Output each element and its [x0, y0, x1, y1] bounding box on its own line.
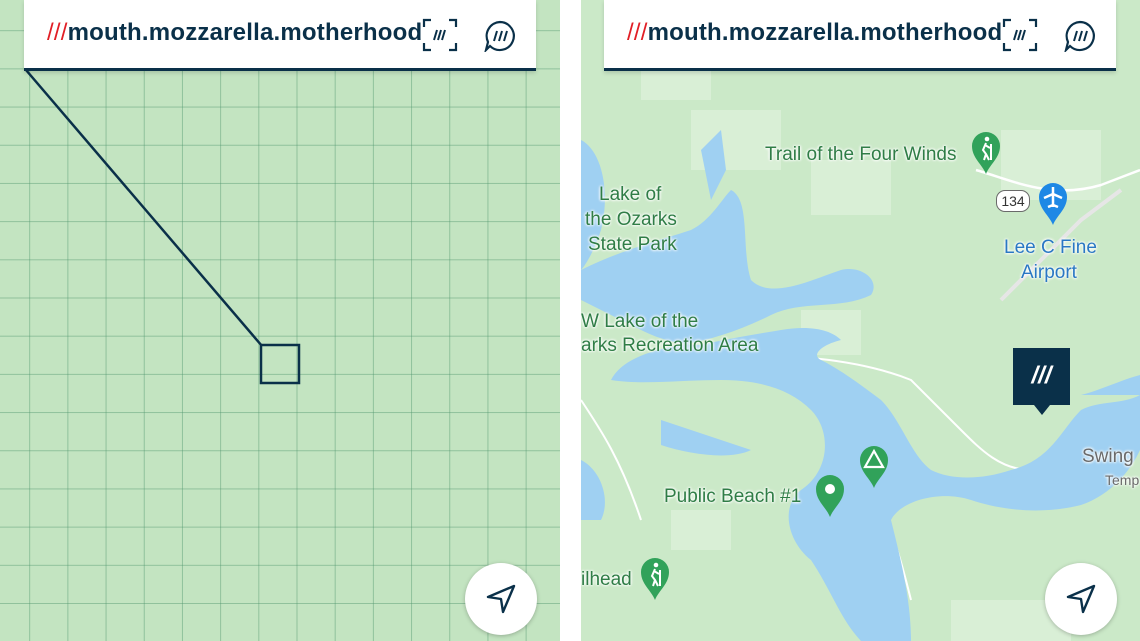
address-prefix: ///: [47, 19, 68, 46]
hiking-icon[interactable]: [639, 556, 671, 607]
label-trail-four-winds[interactable]: Trail of the Four Winds: [765, 142, 956, 167]
label-lake-park-line3[interactable]: State Park: [588, 232, 677, 257]
label-airport-line1[interactable]: Lee C Fine: [1004, 235, 1097, 260]
address-words: mouth.mozzarella.motherhood: [647, 19, 1003, 46]
label-nw-lake-line2[interactable]: arks Recreation Area: [581, 333, 758, 358]
address-text: ///mouth.mozzarella.motherhood: [627, 19, 1002, 47]
grid-view-panel[interactable]: ///mouth.mozzarella.motherhood: [0, 0, 560, 641]
pointer-line: [25, 69, 263, 347]
w3w-location-marker[interactable]: ///: [1013, 348, 1070, 415]
label-trailhead[interactable]: ilhead: [581, 567, 632, 592]
address-text: ///mouth.mozzarella.motherhood: [47, 19, 422, 47]
hiking-icon[interactable]: [970, 130, 1002, 181]
navigate-button[interactable]: [465, 563, 537, 635]
chat-icon[interactable]: [483, 20, 516, 54]
navigate-button[interactable]: [1045, 563, 1117, 635]
pointer-line-layer: [25, 69, 301, 385]
map-view-panel[interactable]: Trail of the Four Winds Lake of the Ozar…: [581, 0, 1140, 641]
route-134-shield: 134: [996, 190, 1030, 212]
airport-icon[interactable]: [1037, 181, 1069, 232]
address-prefix: ///: [627, 19, 648, 46]
selected-square: [259, 343, 301, 385]
label-lake-park-line1[interactable]: Lake of: [599, 182, 661, 207]
label-public-beach[interactable]: Public Beach #1: [664, 484, 801, 509]
label-airport-line2[interactable]: Airport: [1021, 260, 1077, 285]
chat-icon[interactable]: [1063, 20, 1096, 54]
navigate-arrow-icon: [1066, 584, 1096, 614]
address-bar[interactable]: ///mouth.mozzarella.motherhood: [24, 0, 536, 71]
label-lake-park-line2[interactable]: the Ozarks: [585, 207, 677, 232]
navigate-arrow-icon: [486, 584, 516, 614]
scan-icon[interactable]: [1002, 18, 1038, 52]
address-bar[interactable]: ///mouth.mozzarella.motherhood: [604, 0, 1116, 71]
label-nw-lake-line1[interactable]: W Lake of the: [581, 309, 698, 334]
scan-icon[interactable]: [422, 18, 458, 52]
pin-icon[interactable]: [814, 473, 846, 524]
address-words: mouth.mozzarella.motherhood: [67, 19, 423, 46]
label-swing[interactable]: Swing: [1082, 444, 1134, 469]
campground-icon[interactable]: [858, 444, 890, 495]
label-temp[interactable]: Temp: [1105, 468, 1139, 493]
